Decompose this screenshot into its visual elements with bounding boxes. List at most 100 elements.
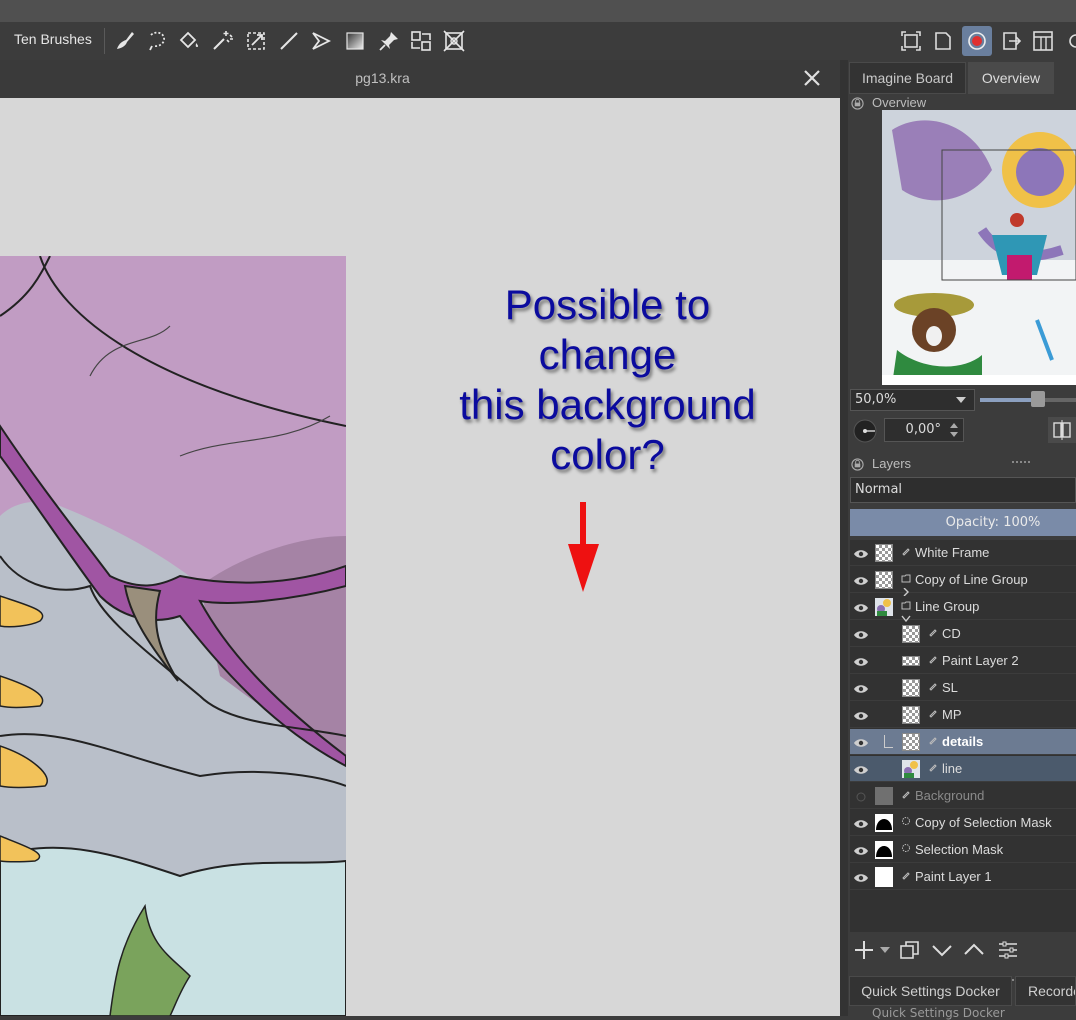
paint-layer-icon — [901, 865, 911, 880]
overflow-icon[interactable] — [1066, 30, 1076, 52]
layer-actions-bar — [850, 934, 1076, 966]
tree-branch — [884, 735, 893, 748]
move-layer-up-icon[interactable] — [962, 938, 986, 962]
layer-row[interactable]: Copy of Line Group — [850, 567, 1076, 597]
layer-thumbnail — [875, 571, 893, 589]
eye-icon[interactable] — [853, 654, 869, 668]
fill-icon[interactable] — [174, 26, 204, 56]
fit-frame-icon[interactable] — [896, 26, 926, 56]
record-icon[interactable] — [962, 26, 992, 56]
paint-layer-icon — [928, 703, 938, 718]
eye-icon[interactable] — [853, 816, 869, 830]
assistant-pin-icon[interactable] — [374, 26, 404, 56]
mirror-icon — [1053, 420, 1071, 440]
tab-quick-settings-docker[interactable]: Quick Settings Docker — [849, 976, 1012, 1006]
chevron-down-icon[interactable] — [880, 947, 890, 953]
eye-icon[interactable] — [853, 735, 869, 749]
polyline-icon[interactable] — [306, 26, 336, 56]
perspective-icon[interactable] — [439, 26, 469, 56]
lock-icon[interactable] — [851, 95, 864, 110]
layer-row[interactable]: Background — [850, 783, 1076, 809]
eye-icon[interactable] — [853, 843, 869, 857]
move-layer-down-icon[interactable] — [930, 938, 954, 962]
layer-row[interactable]: SL — [850, 675, 1076, 701]
paint-layer-icon — [901, 784, 911, 799]
layer-row[interactable]: Paint Layer 1 — [850, 864, 1076, 890]
transform-icon[interactable] — [241, 26, 271, 56]
eye-icon[interactable] — [853, 681, 869, 695]
artwork-image[interactable] — [0, 255, 347, 1017]
lock-icon[interactable] — [851, 456, 864, 471]
layer-row[interactable]: MP — [850, 702, 1076, 728]
red-arrow-icon — [566, 500, 602, 595]
layer-thumbnail — [902, 625, 920, 643]
close-document-icon[interactable] — [800, 66, 824, 90]
layer-thumbnail — [875, 544, 893, 562]
overview-thumbnail[interactable] — [882, 110, 1076, 385]
layer-row[interactable]: CD — [850, 621, 1076, 647]
paint-layer-icon — [928, 730, 938, 745]
tab-recorder[interactable]: Recorde — [1015, 976, 1076, 1006]
freehand-selection-icon[interactable] — [142, 26, 172, 56]
document-title[interactable]: pg13.kra — [0, 70, 765, 86]
layer-thumbnail — [875, 867, 893, 887]
workspace-icon[interactable] — [1028, 26, 1058, 56]
annotation-text: Possible to change this background color… — [420, 280, 795, 480]
blend-mode-select[interactable]: Normal — [850, 477, 1076, 503]
panel-grip[interactable] — [1012, 967, 1030, 981]
canvas-only-icon[interactable] — [928, 26, 958, 56]
tab-imagine-board[interactable]: Imagine Board — [849, 62, 966, 94]
eye-icon[interactable] — [853, 762, 869, 776]
layer-row[interactable]: line — [850, 756, 1076, 782]
zoom-select[interactable]: 50,0% — [850, 389, 975, 411]
opacity-slider[interactable]: Opacity: 100% — [850, 509, 1076, 536]
layers-title: Layers — [872, 456, 912, 471]
layer-row[interactable]: Paint Layer 2 — [850, 648, 1076, 674]
paint-layer-icon — [928, 649, 938, 664]
duplicate-layer-icon[interactable] — [898, 938, 922, 962]
eye-closed-icon[interactable] — [853, 789, 869, 803]
tab-overview[interactable]: Overview — [968, 62, 1054, 94]
chevron-down-icon[interactable] — [901, 608, 911, 623]
layer-thumbnail — [902, 760, 920, 778]
layer-row[interactable]: Selection Mask — [850, 837, 1076, 863]
eye-icon[interactable] — [853, 573, 869, 587]
layer-thumbnail — [902, 733, 920, 751]
annotation-line: Possible to — [504, 281, 711, 328]
eye-icon[interactable] — [853, 627, 869, 641]
layer-name: Line Group — [915, 599, 980, 614]
layer-row[interactable]: White Frame — [850, 540, 1076, 566]
rotation-input[interactable]: 0,00° — [884, 418, 964, 442]
eye-icon[interactable] — [853, 708, 869, 722]
gradient-icon[interactable] — [340, 26, 370, 56]
export-icon[interactable] — [996, 26, 1026, 56]
eye-icon[interactable] — [853, 600, 869, 614]
zoom-slider-fill — [980, 398, 1038, 402]
chevron-right-icon[interactable] — [901, 581, 911, 597]
zoom-slider-handle[interactable] — [1031, 391, 1045, 407]
group-layer-icon — [901, 595, 911, 610]
rotation-dial-icon[interactable] — [851, 418, 879, 444]
layer-name: CD — [942, 626, 961, 641]
dock-splitter[interactable] — [840, 60, 848, 1016]
magic-wand-icon[interactable] — [207, 26, 237, 56]
panel-grip[interactable] — [1012, 449, 1030, 463]
layer-name: details — [942, 734, 984, 749]
line-icon[interactable] — [274, 26, 304, 56]
add-layer-icon[interactable] — [852, 938, 876, 962]
brush-preset-label[interactable]: Ten Brushes — [14, 31, 92, 47]
layer-row[interactable]: Line Group — [850, 594, 1076, 623]
overview-title: Overview — [872, 95, 927, 110]
reference-icon[interactable] — [406, 26, 436, 56]
eye-icon[interactable] — [853, 546, 869, 560]
layer-properties-icon[interactable] — [996, 938, 1020, 962]
layer-row[interactable]: details — [850, 729, 1076, 755]
mirror-view-button[interactable] — [1048, 417, 1076, 443]
spin-arrows-icon[interactable] — [949, 422, 959, 438]
quick-settings-title: Quick Settings Docker — [872, 1006, 1005, 1020]
layer-row[interactable]: Copy of Selection Mask — [850, 810, 1076, 836]
eye-icon[interactable] — [853, 870, 869, 884]
layer-name: Background — [915, 788, 985, 803]
freehand-brush-icon[interactable] — [110, 26, 140, 56]
layer-name: Selection Mask — [915, 842, 1004, 857]
